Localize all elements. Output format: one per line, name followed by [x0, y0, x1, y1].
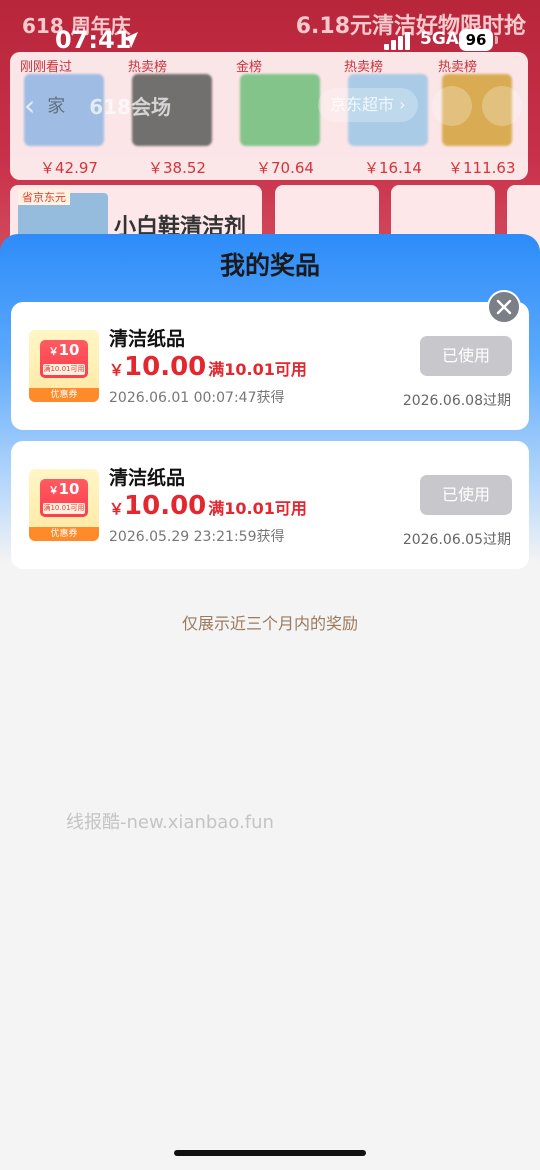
more-icon[interactable] — [482, 86, 522, 126]
prize-amount: 10.00 — [124, 352, 207, 382]
coupon-condition: 满10.01可用 — [43, 364, 85, 375]
used-status-button[interactable]: 已使用 — [420, 336, 512, 376]
back-icon[interactable]: ‹ — [24, 89, 35, 122]
watermark: 线报酷-new.xianbao.fun — [66, 812, 274, 833]
coupon-currency: ￥ — [48, 347, 59, 358]
status-bar: 07:41 5GA 96 — [0, 20, 540, 60]
battery-icon: 96 — [459, 29, 493, 51]
background-navbar: ‹ 家 618会场 京东超市 › — [10, 82, 530, 128]
footnote: 仅展示近三个月内的奖励 — [181, 614, 358, 633]
prize-card[interactable]: ￥10 满10.01可用 优惠券 清洁纸品 ￥10.00 满10.01可用 202… — [11, 441, 529, 569]
location-arrow-icon — [122, 32, 138, 48]
prize-expire-date: 2026.06.08过期 — [402, 393, 511, 409]
coupon-face: ￥10 满10.01可用 — [40, 479, 88, 517]
rank-price: ￥70.64 — [256, 159, 314, 177]
network-type: 5GA — [420, 29, 459, 49]
coupon-currency: ￥ — [48, 486, 59, 497]
prize-condition: 满10.01可用 — [208, 360, 307, 379]
prize-value: ￥10.00 满10.01可用 — [109, 491, 307, 521]
coupon-label: 优惠券 — [29, 388, 99, 402]
prize-currency: ￥ — [109, 361, 125, 379]
coupon-label: 优惠券 — [29, 527, 99, 541]
coupon-thumbnail: ￥10 满10.01可用 优惠券 — [29, 330, 99, 402]
coupon-thumbnail: ￥10 满10.01可用 优惠券 — [29, 469, 99, 541]
prize-name: 清洁纸品 — [109, 467, 186, 489]
prize-card[interactable]: ￥10 满10.01可用 优惠券 清洁纸品 ￥10.00 满10.01可用 202… — [11, 302, 529, 430]
rank-price: ￥111.63 — [448, 159, 516, 177]
product-tag: 省京东元 — [18, 189, 70, 205]
prize-expire-date: 2026.06.05过期 — [402, 532, 511, 548]
screen: 618 周年庆 6.18元清洁好物限时抢 刚刚看过 ￥42.97 热卖榜 ￥38… — [0, 0, 540, 1170]
rank-price: ￥42.97 — [40, 159, 98, 177]
rank-price: ￥38.52 — [148, 159, 206, 177]
search-icon[interactable] — [432, 86, 472, 126]
nav-home-text[interactable]: 家 — [47, 92, 65, 118]
coupon-condition: 满10.01可用 — [43, 503, 85, 514]
nav-title: 618会场 — [89, 94, 171, 119]
prize-currency: ￥ — [109, 500, 125, 518]
coupon-amount-value: 10 — [58, 480, 80, 498]
close-icon — [496, 299, 512, 315]
prize-sheet: 我的奖品 ￥10 满10.01可用 优惠券 清洁纸品 ￥10.00 满10.01可… — [0, 234, 540, 1170]
close-button[interactable] — [487, 290, 521, 324]
prize-obtained-time: 2026.05.29 23:21:59获得 — [109, 529, 285, 545]
prize-obtained-time: 2026.06.01 00:07:47获得 — [109, 390, 285, 406]
home-indicator[interactable] — [174, 1150, 366, 1156]
prize-value: ￥10.00 满10.01可用 — [109, 352, 307, 382]
sheet-title: 我的奖品 — [219, 251, 320, 280]
coupon-face: ￥10 满10.01可用 — [40, 340, 88, 378]
used-status-button[interactable]: 已使用 — [420, 475, 512, 515]
coupon-amount: ￥10 — [40, 480, 88, 498]
coupon-amount: ￥10 — [40, 341, 88, 359]
rank-price: ￥16.14 — [364, 159, 422, 177]
coupon-amount-value: 10 — [58, 341, 80, 359]
signal-icon — [384, 30, 412, 50]
prize-condition: 满10.01可用 — [208, 499, 307, 518]
store-button[interactable]: 京东超市 › — [318, 88, 418, 122]
battery-tip — [495, 36, 498, 44]
prize-name: 清洁纸品 — [109, 328, 186, 350]
prize-amount: 10.00 — [124, 491, 207, 521]
